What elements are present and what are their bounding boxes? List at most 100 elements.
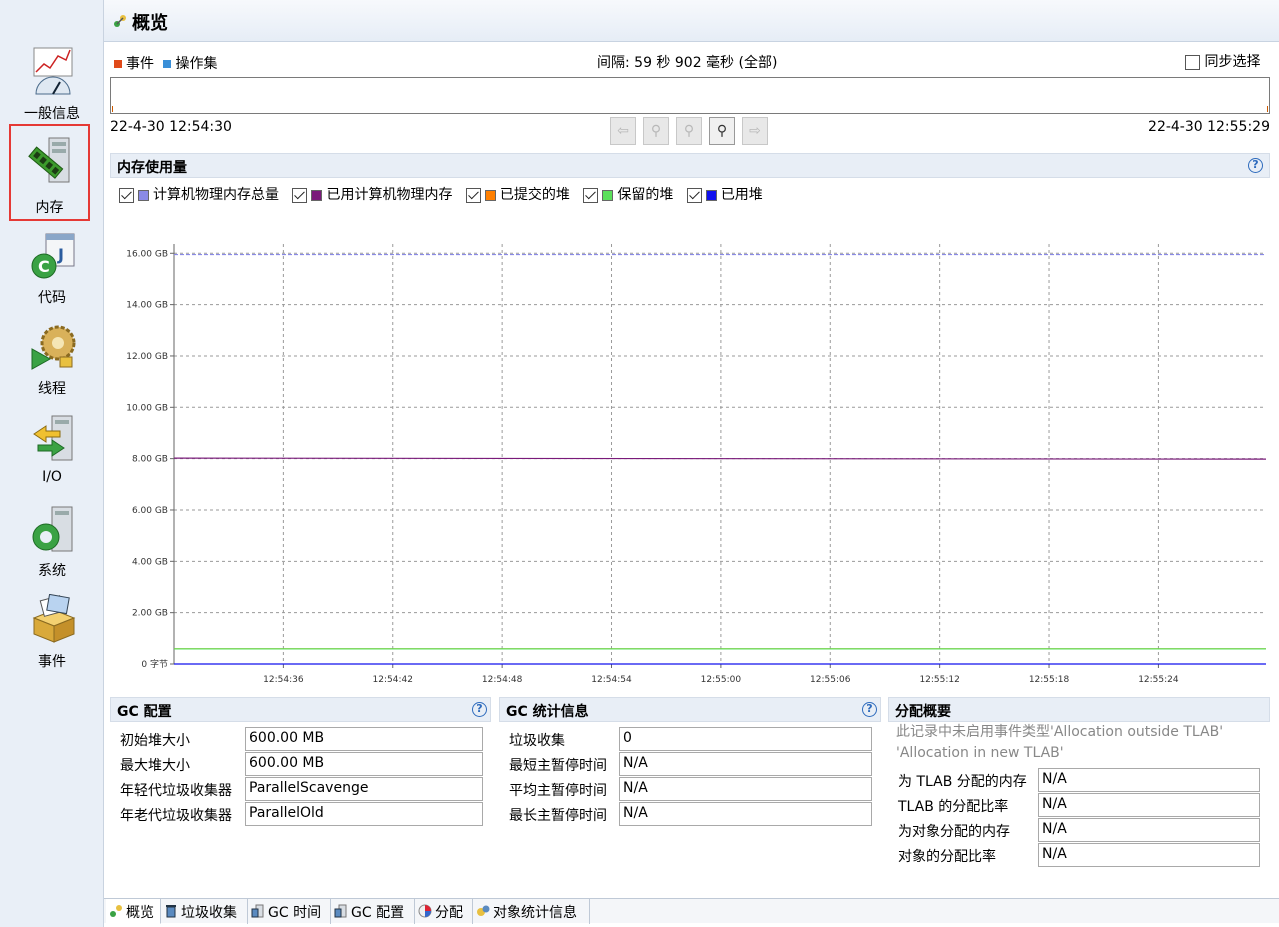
- title-bar: 概览: [104, 0, 1279, 42]
- sidebar-item-code[interactable]: J C 代码: [8, 222, 96, 310]
- allocation-row: TLAB 的分配比率 N/A: [898, 793, 1260, 817]
- sidebar-item-label: 代码: [38, 290, 66, 306]
- timeline-range-selector[interactable]: [110, 77, 1270, 114]
- checkbox[interactable]: [1185, 54, 1200, 70]
- help-icon[interactable]: ?: [472, 702, 487, 717]
- row-value[interactable]: ParallelOld: [245, 802, 483, 826]
- tab-allocation[interactable]: 分配: [415, 899, 473, 924]
- sidebar-item-memory[interactable]: 内存: [9, 124, 90, 221]
- checkbox[interactable]: [686, 187, 702, 203]
- gauge-chart-icon: [33, 47, 73, 95]
- row-label: 为对象分配的内存: [898, 824, 1010, 840]
- row-label: 最短主暂停时间: [509, 758, 607, 774]
- x-tick-label: 12:55:24: [1138, 675, 1179, 685]
- row-value[interactable]: N/A: [619, 802, 872, 826]
- memory-usage-chart[interactable]: 0 字节 2.00 GB 4.00 GB 6.00 GB 8.00 GB 10.00 GB…: [110, 208, 1270, 690]
- row-label: 初始堆大小: [120, 733, 190, 749]
- allocation-pie-icon: [418, 904, 432, 918]
- tab-gc-config[interactable]: GC 配置: [331, 899, 415, 924]
- legend-swatch: [705, 189, 717, 201]
- row-label: 对象的分配比率: [898, 849, 996, 865]
- checkbox[interactable]: [465, 187, 481, 203]
- gc-stats-panel: GC 统计信息 ? 垃圾收集 0 最短主暂停时间 N/A 平均主暂停时间 N/A…: [499, 697, 881, 892]
- tab-garbage-collection[interactable]: 垃圾收集: [161, 899, 248, 924]
- row-label: 年老代垃圾收集器: [120, 808, 232, 824]
- tab-label: 对象统计信息: [493, 905, 577, 921]
- zoom-out-range-icon[interactable]: ⚲: [643, 117, 669, 145]
- gc-stats-row: 最短主暂停时间 N/A: [509, 752, 872, 776]
- tab-label: 垃圾收集: [181, 905, 237, 921]
- gc-stats-row: 垃圾收集 0: [509, 727, 872, 751]
- checkbox[interactable]: [583, 187, 599, 203]
- legend-swatch: [114, 60, 122, 68]
- row-value[interactable]: N/A: [1038, 843, 1260, 867]
- legend-item-reserved-heap[interactable]: 保留的堆: [583, 184, 673, 204]
- tab-object-statistics[interactable]: 对象统计信息: [473, 899, 590, 924]
- sidebar-item-io[interactable]: I/O: [8, 404, 96, 492]
- gc-config-row: 初始堆大小 600.00 MB: [120, 727, 483, 751]
- zoom-in-icon[interactable]: ⚲: [709, 117, 735, 145]
- y-tick-label: 4.00 GB: [132, 557, 168, 567]
- row-value[interactable]: N/A: [1038, 768, 1260, 792]
- row-label: 最长主暂停时间: [509, 808, 607, 824]
- y-tick-label: 12.00 GB: [126, 352, 168, 362]
- legend-label: 保留的堆: [617, 187, 674, 203]
- tab-label: GC 时间: [268, 905, 322, 921]
- sidebar-item-events[interactable]: 事件: [8, 586, 96, 674]
- row-value[interactable]: ParallelScavenge: [245, 777, 483, 801]
- forward-arrow-icon[interactable]: ⇨: [742, 117, 768, 145]
- timeline-end-time: 22-4-30 12:55:29: [1148, 119, 1270, 135]
- row-label: 为 TLAB 分配的内存: [898, 774, 1027, 790]
- checkbox[interactable]: [292, 187, 308, 203]
- zoom-range-icon[interactable]: ⚲: [676, 117, 702, 145]
- y-tick-label: 0 字节: [141, 658, 168, 670]
- legend-swatch: [163, 60, 172, 68]
- legend-item-committed-heap[interactable]: 已提交的堆: [465, 184, 570, 204]
- checkbox[interactable]: [119, 187, 134, 203]
- legend-item-used-heap[interactable]: 已用堆: [686, 184, 763, 204]
- row-value[interactable]: N/A: [619, 752, 872, 776]
- help-icon[interactable]: ?: [862, 702, 877, 717]
- sync-select-checkbox[interactable]: 同步选择: [1185, 51, 1260, 71]
- memory-module-icon: [28, 137, 70, 183]
- sidebar: 一般信息 内存 J C 代码 线程 I/O 系统 事件: [0, 0, 104, 927]
- sidebar-item-label: 线程: [38, 381, 66, 397]
- row-value[interactable]: 600.00 MB: [245, 727, 483, 751]
- row-value[interactable]: N/A: [1038, 793, 1260, 817]
- legend-item-total-physical[interactable]: 计算机物理内存总量: [119, 184, 279, 204]
- help-icon[interactable]: ?: [1248, 158, 1263, 173]
- sync-select-label: 同步选择: [1204, 54, 1261, 70]
- row-value[interactable]: N/A: [1038, 818, 1260, 842]
- sidebar-item-label: 内存: [35, 200, 64, 216]
- section-header: GC 配置 ?: [110, 697, 491, 722]
- allocation-row: 为 TLAB 分配的内存 N/A: [898, 768, 1260, 792]
- legend-label: 已用堆: [720, 187, 763, 203]
- java-code-icon: J C: [31, 233, 75, 279]
- back-arrow-icon[interactable]: ⇦: [610, 117, 636, 145]
- row-value[interactable]: 600.00 MB: [245, 752, 483, 776]
- timeline-interval: 间隔: 59 秒 902 毫秒 (全部): [597, 55, 778, 71]
- tab-gc-time[interactable]: GC 时间: [248, 899, 331, 924]
- tab-label: GC 配置: [351, 905, 405, 921]
- tab-overview[interactable]: 概览: [106, 899, 161, 924]
- row-value[interactable]: N/A: [619, 777, 872, 801]
- sidebar-item-label: I/O: [42, 469, 62, 485]
- system-server-icon: [32, 506, 73, 552]
- timeline-end-marker: [1267, 106, 1268, 112]
- page-title: 概览: [132, 13, 168, 34]
- section-header: 内存使用量 ?: [110, 153, 1270, 178]
- overview-icon: [110, 905, 122, 917]
- sidebar-item-threads[interactable]: 线程: [8, 313, 96, 401]
- x-tick-label: 12:54:42: [373, 675, 413, 685]
- bottom-tab-bar: 概览 垃圾收集 GC 时间 GC 配置 分配 对象统计信息: [104, 898, 1279, 924]
- row-label: 年轻代垃圾收集器: [120, 783, 232, 799]
- row-value[interactable]: 0: [619, 727, 872, 751]
- gc-time-icon: [251, 904, 264, 918]
- y-tick-label: 10.00 GB: [126, 403, 168, 413]
- gc-config-row: 年老代垃圾收集器 ParallelOld: [120, 802, 483, 826]
- sidebar-item-system[interactable]: 系统: [8, 495, 96, 583]
- timeline-legend: 事件 操作集: [114, 53, 217, 73]
- legend-item-used-physical[interactable]: 已用计算机物理内存: [292, 184, 452, 204]
- sidebar-item-general[interactable]: 一般信息: [8, 38, 96, 126]
- memory-usage-section: 内存使用量 ? 计算机物理内存总量 已用计算机物理内存 已提交的堆 保留的堆 已…: [110, 153, 1270, 690]
